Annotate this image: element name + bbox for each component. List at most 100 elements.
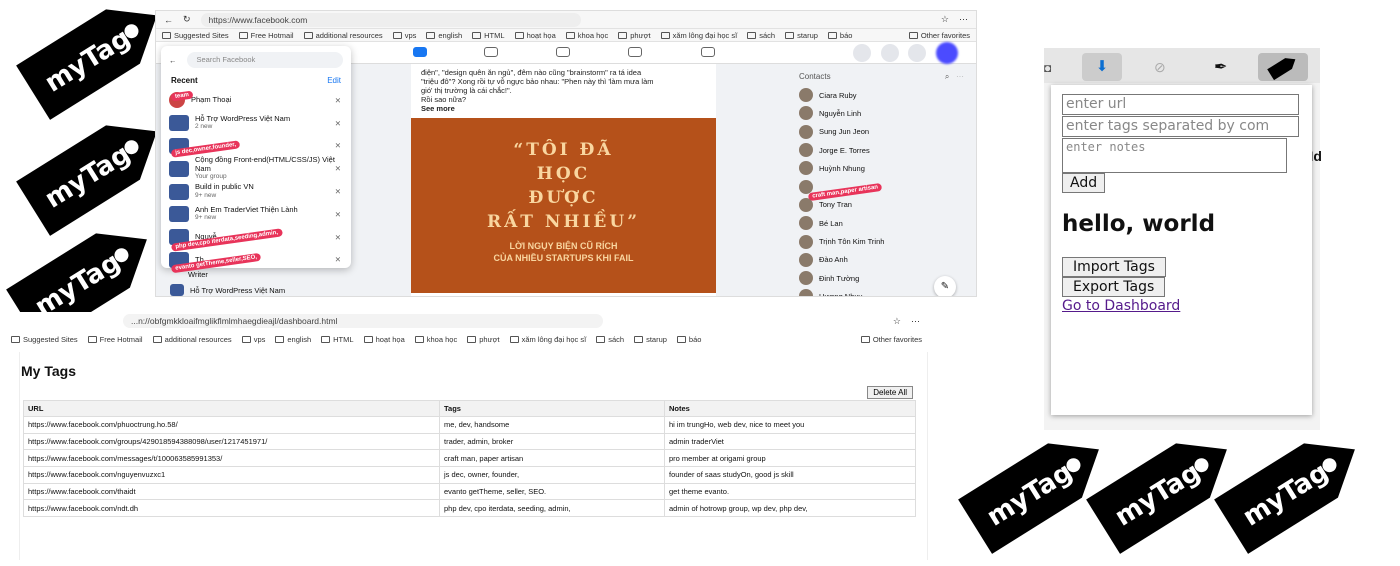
close-icon[interactable]: ✕ [335,210,341,219]
edit-link[interactable]: Edit [327,76,341,85]
contact-item[interactable]: Huỳnh Nhung [796,159,976,177]
mytag-extension-icon[interactable] [1258,53,1308,81]
star-icon[interactable]: ☆ [941,14,949,25]
favorite-item[interactable]: Free Hotmail [238,31,294,40]
contact-item[interactable]: Jorge E. Torres [796,141,976,159]
close-icon[interactable]: ✕ [335,233,341,242]
home-icon[interactable] [413,47,427,57]
camera-icon[interactable]: ◘ [1044,61,1051,75]
marketplace-icon[interactable] [556,47,570,57]
recent-item[interactable]: Cộng đồng Front-end(HTML/CSS/JS) Việt Na… [161,155,351,180]
recent-item[interactable]: Anh Em TraderViet Thiện Lành 9+ new ✕ [161,203,351,226]
favorite-item[interactable]: HTML [472,31,505,40]
folder-icon [238,31,248,39]
url-field[interactable]: ...n://obfgmkkloaifmglikflmlmhaegdieajl/… [123,314,603,328]
favorite-item[interactable]: Free Hotmail [87,335,143,344]
other-favorites[interactable]: Other favorites [860,334,922,344]
favorite-item[interactable]: khoa học [565,31,608,40]
left-menu-item[interactable]: Hỗ Trợ WordPress Việt Nam [190,286,285,295]
close-icon[interactable]: ✕ [335,187,341,196]
contact-item[interactable]: Sung Jun Jeon [796,123,976,141]
star-icon[interactable]: ☆ [893,316,901,327]
import-tags-button[interactable]: Import Tags [1062,257,1166,277]
notifications-icon[interactable] [908,44,926,62]
groups-icon[interactable] [628,47,642,57]
notes-textarea[interactable]: enter notes [1062,138,1287,173]
favorite-item[interactable]: báo [676,335,701,344]
recent-item[interactable]: Build in public VN 9+ new ✕ [161,180,351,203]
tags-input[interactable]: enter tags separated by com [1062,116,1299,137]
favorite-item[interactable]: phượt [467,335,500,344]
new-message-icon[interactable]: ✎ [934,276,956,296]
download-icon[interactable]: ⬇ [1082,53,1122,81]
favorite-item[interactable]: khoa học [414,335,457,344]
favorite-item[interactable]: starup [785,31,818,40]
favorite-item[interactable]: xăm lông đại học sĩ [509,335,586,344]
back-icon[interactable]: ← [164,15,173,25]
close-icon[interactable]: ✕ [335,119,341,128]
favorite-label: english [287,334,312,344]
recent-item[interactable]: Nguyễ... ✕ php dev,cpo iterdata,seeding,ad… [161,226,351,252]
other-favorites[interactable]: Other favorites [908,31,970,40]
reload-icon[interactable]: ↻ [183,14,191,25]
favorite-item[interactable]: additional resources [303,31,383,40]
avatar[interactable] [936,42,958,64]
messenger-icon[interactable] [881,44,899,62]
favorite-item[interactable]: sách [596,335,624,344]
favorite-item[interactable]: sách [747,31,775,40]
table-cell: get theme evanto. [664,482,916,501]
favorite-label: Other favorites [872,334,922,344]
favorite-item[interactable]: starup [634,335,667,344]
more-icon[interactable]: ⋯ [911,316,920,327]
compass-icon[interactable]: ⊘ [1154,59,1166,76]
favorite-item[interactable]: hoạt họa [514,31,556,40]
contact-name: Ciara Ruby [819,90,857,100]
favorite-item[interactable]: phượt [618,31,651,40]
close-icon[interactable]: ✕ [335,96,341,105]
favorite-item[interactable]: xăm lông đại học sĩ [660,31,737,40]
favorite-item[interactable]: Suggested Sites [11,335,78,344]
recent-item[interactable]: Phạm Thoại ✕ team [161,89,351,112]
post-image: “TÔI ĐÃ HỌC ĐƯỢC RẤT NHIỀU” LỜI NGỤY BIỆN C… [411,118,716,293]
contact-item[interactable]: Bé Lan [796,214,976,232]
url-field[interactable]: https://www.facebook.com [200,12,581,27]
recent-item[interactable]: Th... ✕ evanto getTheme,seller,SEO, [161,249,351,273]
gaming-icon[interactable] [701,47,715,57]
favorite-item[interactable]: báo [827,31,852,40]
contact-item[interactable]: Đào Anh [796,251,976,269]
favorite-item[interactable]: HTML [321,335,354,344]
recent-item[interactable]: Hỗ Trợ WordPress Việt Nam 2 new ✕ [161,112,351,135]
search-input[interactable]: Search Facebook [186,52,343,68]
favorite-item[interactable]: vps [392,30,417,40]
add-button[interactable]: Add [1062,173,1106,193]
contact-item[interactable]: Nguyễn Linh [796,104,976,122]
favorite-item[interactable]: english [426,31,462,40]
export-tags-button[interactable]: Export Tags [1062,277,1166,297]
favorite-item[interactable]: vps [241,335,265,344]
favorite-label: vps [404,30,417,40]
favorite-item[interactable]: english [275,335,311,344]
recent-item[interactable]: ✕ js dec,owner,founder, [161,135,351,158]
more-icon[interactable]: ⋯ [959,14,968,25]
dashboard-link[interactable]: Go to Dashboard [1062,298,1180,314]
left-menu-item[interactable]: Writer [158,270,408,282]
favorite-item[interactable]: additional resources [152,335,232,344]
back-arrow-icon[interactable]: ← [169,56,177,65]
contact-item[interactable]: Trịnh Tôn Kim Trinh [796,232,976,250]
delete-all-button[interactable]: Delete All [867,386,913,399]
search-icon[interactable]: ⌕ [945,72,949,81]
close-icon[interactable]: ✕ [335,255,341,264]
favorite-item[interactable]: hoạt họa [363,335,405,344]
favorite-item[interactable]: Suggested Sites [162,31,229,40]
see-more-link[interactable]: See more [421,104,706,113]
video-icon[interactable] [484,47,498,57]
folder-icon [87,335,97,343]
contact-item[interactable]: Ciara Ruby [796,86,976,104]
dropper-icon[interactable]: ✒ [1214,57,1227,77]
close-icon[interactable]: ✕ [335,164,341,173]
menu-icon[interactable] [853,44,871,62]
more-icon[interactable]: ⋯ [956,72,964,81]
url-input[interactable]: enter url [1062,94,1299,115]
table-cell: craft man, paper artisan [439,449,665,468]
close-icon[interactable]: ✕ [335,141,341,150]
